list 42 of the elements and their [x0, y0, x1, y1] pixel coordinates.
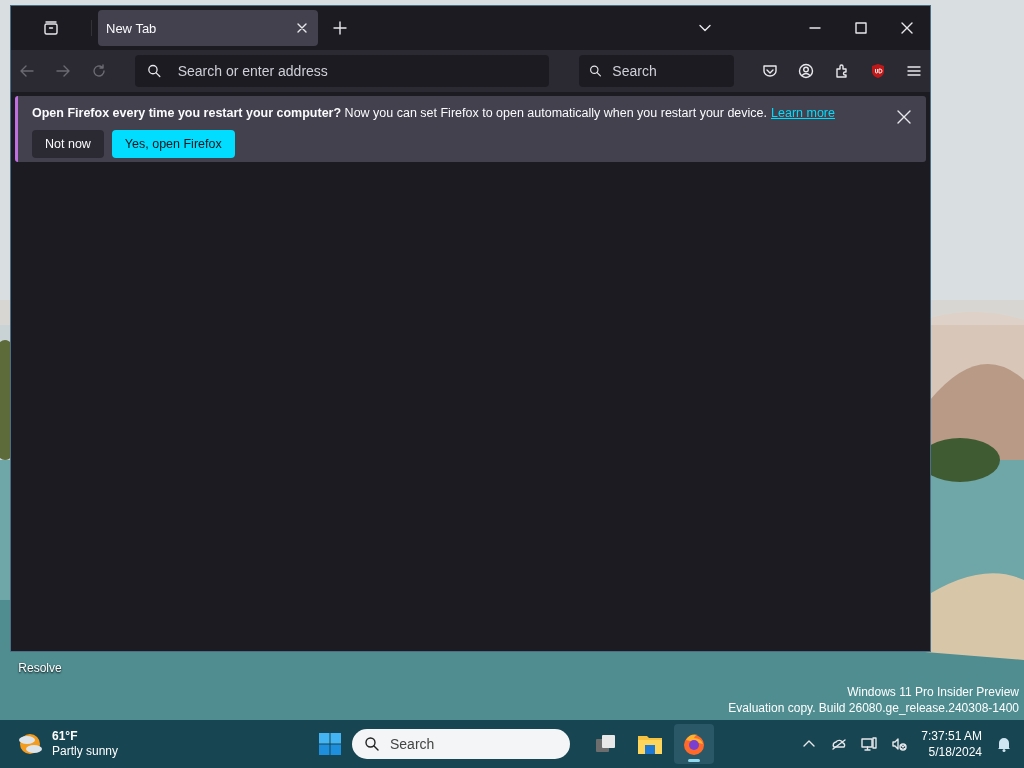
back-icon[interactable] — [19, 63, 35, 79]
browser-tab[interactable]: New Tab — [98, 10, 318, 46]
bell-icon[interactable] — [996, 736, 1012, 752]
account-icon[interactable] — [798, 63, 814, 79]
weather-condition: Partly sunny — [52, 744, 119, 759]
pocket-icon[interactable] — [762, 63, 778, 79]
clock-date[interactable]: 5/18/2024 — [928, 744, 982, 760]
network-icon[interactable] — [861, 736, 878, 752]
notification-message: Open Firefox every time you restart your computer? Now you can set Firefox to open automatically when you restart your device. Learn more — [32, 106, 835, 120]
taskbar-app[interactable] — [674, 724, 714, 764]
maximize-icon[interactable] — [853, 20, 869, 36]
browser-icon[interactable] — [682, 732, 706, 756]
close-icon[interactable] — [896, 109, 912, 125]
taskbar-search-field[interactable]: Search — [352, 729, 570, 759]
start-icon[interactable] — [318, 732, 342, 756]
temperature: 61°F — [52, 729, 79, 744]
search-icon — [147, 63, 162, 79]
dismiss-button[interactable]: Not now — [32, 130, 104, 158]
address-input[interactable]: Search or enter address — [175, 62, 538, 80]
edition-text: Evaluation copy. Build 26080.ge_release.240308-1400 — [728, 700, 1019, 716]
menu-icon[interactable] — [906, 63, 922, 79]
speaker-muted-icon[interactable] — [891, 736, 908, 752]
tab-list-icon[interactable] — [43, 20, 59, 36]
clock-time[interactable]: 7:37:51 AM — [921, 728, 982, 744]
confirm-button[interactable]: Yes, open Firefox — [111, 130, 235, 158]
close-icon[interactable] — [899, 20, 915, 36]
desktop-icon-label[interactable]: Resolve — [14, 661, 66, 676]
edition-text: Windows 11 Pro Insider Preview — [846, 684, 1019, 700]
forward-icon[interactable] — [55, 63, 71, 79]
search-icon — [589, 63, 603, 79]
search-field[interactable]: Search — [579, 55, 734, 87]
cloud-icon[interactable] — [831, 736, 848, 752]
search-input[interactable]: Search — [388, 735, 542, 753]
search-icon — [364, 736, 380, 752]
shield-icon[interactable] — [870, 63, 886, 79]
extensions-icon[interactable] — [834, 63, 850, 79]
address-field[interactable]: Search or enter address — [135, 55, 550, 87]
new-tab-icon[interactable] — [332, 20, 348, 36]
search-input[interactable]: Search — [610, 62, 724, 80]
learn-more-link[interactable]: Learn more — [771, 106, 835, 120]
weather-icon[interactable] — [18, 732, 44, 756]
reload-icon[interactable] — [91, 63, 107, 79]
